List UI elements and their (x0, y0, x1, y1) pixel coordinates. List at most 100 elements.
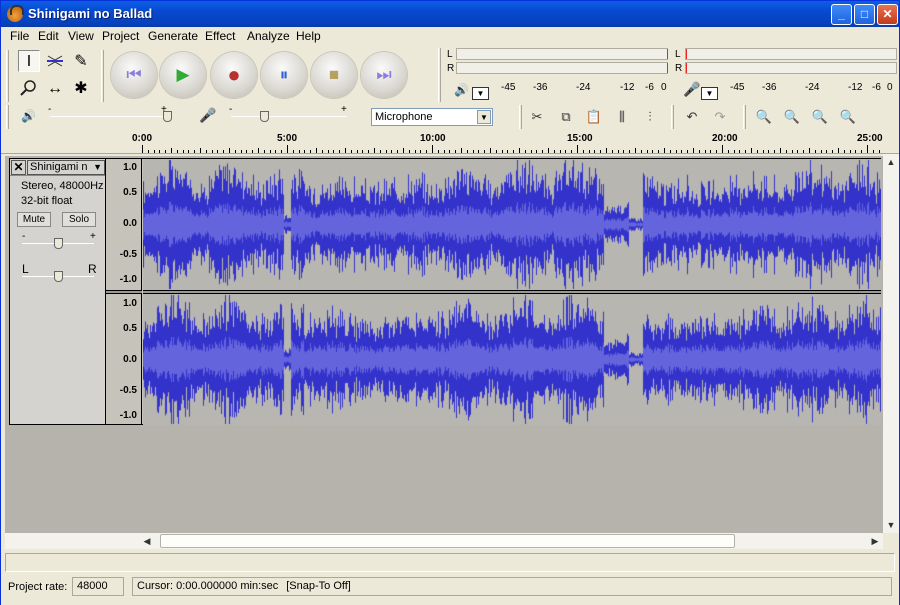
input-volume-thumb[interactable] (260, 111, 269, 122)
toolbar-grip[interactable] (671, 105, 674, 129)
output-meter-menu-button[interactable]: ▼ (472, 87, 489, 100)
gain-thumb[interactable] (54, 238, 63, 249)
output-volume-slider[interactable] (50, 116, 168, 117)
skip-to-start-button[interactable]: ⏮ (111, 52, 157, 98)
vertical-scrollbar[interactable]: ▲ ▼ (883, 154, 899, 533)
scale-label: 0.0 (123, 354, 137, 365)
track-name-menu[interactable]: Shinigami n ▼ (27, 160, 105, 175)
toolbar-grip[interactable] (743, 105, 746, 129)
paste-button[interactable]: 📋 (583, 106, 605, 128)
silence-button[interactable]: ⫶ (639, 106, 661, 128)
pan-thumb[interactable] (54, 271, 63, 282)
scroll-left-button[interactable]: ◀ (139, 533, 155, 549)
menu-project[interactable]: Project (102, 29, 139, 43)
record-button[interactable]: ● (211, 52, 257, 98)
selection-tool-button[interactable]: I (18, 50, 40, 72)
pencil-icon: ✎ (74, 53, 88, 70)
track-info-panel[interactable]: ✕ Shinigami n ▼ Stereo, 48000Hz 32-bit fl… (10, 159, 106, 424)
fit-selection-button[interactable]: 🔍 (809, 106, 831, 128)
cut-button[interactable]: ✂ (526, 106, 548, 128)
ruler-tick (211, 150, 213, 153)
chevron-down-icon[interactable]: ▼ (477, 110, 491, 124)
copy-button[interactable]: ⧉ (555, 106, 577, 128)
ruler-tick (252, 150, 254, 153)
project-rate-input[interactable]: 48000 (72, 577, 124, 596)
ruler-tick (356, 150, 358, 153)
input-meter-menu-button[interactable]: ▼ (701, 87, 718, 100)
timeshift-tool-button[interactable]: ↔ (44, 77, 66, 99)
meter-scale-label: -45 (730, 82, 745, 93)
toolbar-grip[interactable] (6, 50, 9, 102)
zoom-in-button[interactable]: 🔍 (753, 106, 775, 128)
title-bar[interactable]: Shinigami no Ballad _ □ ✕ (1, 1, 899, 27)
toolbar-grip[interactable] (438, 48, 441, 102)
cursor-status: Cursor: 0:00.000000 min:sec (137, 580, 279, 592)
ruler-tick (513, 150, 515, 153)
track-panel[interactable]: ✕ Shinigami n ▼ Stereo, 48000Hz 32-bit fl… (5, 156, 883, 533)
horizontal-scroll-thumb[interactable] (160, 534, 735, 548)
fit-project-button[interactable]: 🔍 (837, 106, 859, 128)
skip-to-end-button[interactable]: ⏭ (361, 52, 407, 98)
menu-edit[interactable]: Edit (38, 29, 59, 43)
track-close-button[interactable]: ✕ (11, 160, 26, 175)
ruler-tick (611, 150, 613, 153)
envelope-tool-button[interactable] (44, 50, 66, 72)
ruler-tick (756, 150, 758, 153)
toolbar-grip[interactable] (519, 105, 522, 129)
redo-button[interactable]: ↷ (709, 106, 731, 128)
draw-tool-button[interactable]: ✎ (70, 50, 92, 72)
play-button[interactable]: ▶ (160, 52, 206, 98)
trim-button[interactable]: ⫼ (611, 106, 633, 128)
menu-help[interactable]: Help (296, 29, 321, 43)
scale-label: 0.5 (123, 187, 137, 198)
multi-tool-button[interactable]: ✱ (70, 77, 92, 99)
scroll-down-button[interactable]: ▼ (883, 517, 899, 533)
ruler-tick (374, 148, 375, 153)
stop-button[interactable]: ■ (311, 52, 357, 98)
waveform-right-channel[interactable] (143, 294, 881, 425)
output-meter-right (456, 62, 668, 74)
menu-analyze[interactable]: Analyze (247, 29, 290, 43)
zoom-out-button[interactable]: 🔍 (781, 106, 803, 128)
audio-track[interactable]: ✕ Shinigami n ▼ Stereo, 48000Hz 32-bit fl… (9, 158, 881, 425)
minimize-button[interactable]: _ (831, 4, 852, 25)
ruler-label: 0:00 (132, 133, 153, 144)
menu-generate[interactable]: Generate (148, 29, 198, 43)
menu-effect[interactable]: Effect (205, 29, 235, 43)
maximize-button[interactable]: □ (854, 4, 875, 25)
output-volume-thumb[interactable] (163, 111, 172, 122)
ruler-label: 10:00 (420, 133, 446, 144)
toolbar-grip[interactable] (101, 50, 104, 102)
horizontal-scrollbar[interactable]: ◀ ▶ (5, 533, 883, 549)
chevron-down-icon: ▼ (93, 162, 102, 172)
mute-button[interactable]: Mute (17, 212, 51, 227)
menu-view[interactable]: View (68, 29, 94, 43)
timeline-ruler[interactable]: 0:00 5:00 10:00 15:00 20:00 25:00 (1, 132, 899, 154)
speaker-icon: 🔊 (454, 83, 469, 97)
ruler-tick (617, 150, 619, 153)
menu-file[interactable]: File (10, 29, 29, 43)
ruler-tick (553, 150, 555, 153)
toolbar-grip[interactable] (6, 105, 9, 129)
input-volume-slider[interactable] (231, 116, 347, 117)
solo-button[interactable]: Solo (62, 212, 96, 227)
ruler-tick (716, 150, 718, 153)
scroll-up-button[interactable]: ▲ (883, 154, 899, 170)
input-source-value: Microphone (375, 111, 433, 123)
ruler-tick (600, 150, 602, 153)
pause-button[interactable]: ⏸ (261, 52, 307, 98)
input-source-select[interactable]: Microphone ▼ (371, 108, 493, 126)
ruler-tick (484, 150, 486, 153)
scroll-right-button[interactable]: ▶ (867, 533, 883, 549)
ruler-tick (519, 148, 520, 153)
slider-minus-label: - (229, 104, 233, 115)
ruler-tick (437, 150, 439, 153)
ruler-tick (814, 150, 816, 153)
waveform-left-channel[interactable] (143, 159, 881, 290)
undo-button[interactable]: ↶ (681, 106, 703, 128)
zoom-tool-button[interactable] (18, 77, 40, 99)
ruler-tick (142, 145, 143, 153)
status-area: Project rate: 48000 Cursor: 0:00.000000 … (1, 550, 899, 605)
close-button[interactable]: ✕ (877, 4, 898, 25)
meter-scale-label: -12 (848, 82, 863, 93)
